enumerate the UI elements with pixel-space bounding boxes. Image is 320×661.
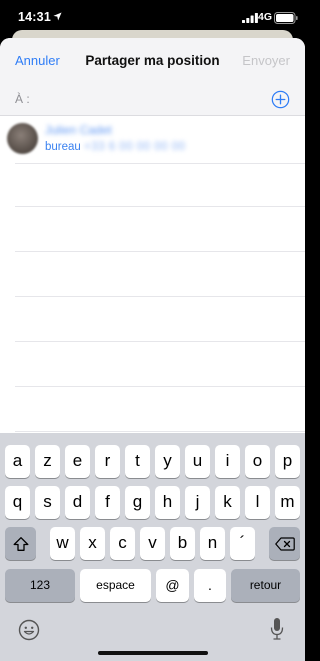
backspace-icon xyxy=(274,536,295,551)
return-key[interactable]: retour xyxy=(231,569,300,602)
key-u[interactable]: u xyxy=(185,445,210,478)
key-h[interactable]: h xyxy=(155,486,180,519)
status-time: 14:31 xyxy=(18,10,51,24)
key-x[interactable]: x xyxy=(80,527,105,560)
key-f[interactable]: f xyxy=(95,486,120,519)
backspace-key[interactable] xyxy=(269,527,300,560)
key-m[interactable]: m xyxy=(275,486,300,519)
space-key[interactable]: espace xyxy=(80,569,151,602)
key-k[interactable]: k xyxy=(215,486,240,519)
key-w[interactable]: w xyxy=(50,527,75,560)
key-g[interactable]: g xyxy=(125,486,150,519)
key-i[interactable]: i xyxy=(215,445,240,478)
emoji-icon[interactable] xyxy=(18,619,40,641)
key-accent[interactable]: ´ xyxy=(230,527,255,560)
key-n[interactable]: n xyxy=(200,527,225,560)
signal-icon xyxy=(242,13,258,23)
add-contact-icon[interactable] xyxy=(271,90,290,109)
divider xyxy=(15,386,305,387)
send-button[interactable]: Envoyer xyxy=(242,53,290,68)
avatar xyxy=(7,123,38,154)
home-indicator[interactable] xyxy=(98,651,208,655)
key-p[interactable]: p xyxy=(275,445,300,478)
contact-number-type: bureau xyxy=(45,141,81,153)
contact-suggestion[interactable]: Julien Cadet bureau +33 6 00 00 00 00 xyxy=(0,117,305,163)
microphone-icon[interactable] xyxy=(270,617,284,641)
key-q[interactable]: q xyxy=(5,486,30,519)
numbers-key[interactable]: 123 xyxy=(5,569,75,602)
key-s[interactable]: s xyxy=(35,486,60,519)
location-arrow-icon xyxy=(53,12,62,21)
dot-key[interactable]: . xyxy=(194,569,226,602)
shift-icon xyxy=(13,536,28,551)
contact-number: +33 6 00 00 00 00 xyxy=(84,141,186,153)
recipient-label: À : xyxy=(15,92,30,106)
key-z[interactable]: z xyxy=(35,445,60,478)
key-o[interactable]: o xyxy=(245,445,270,478)
contact-name: Julien Cadet xyxy=(45,123,112,137)
key-t[interactable]: t xyxy=(125,445,150,478)
nav-bar: Annuler Partager ma position Envoyer xyxy=(0,38,305,84)
battery-icon xyxy=(274,12,298,24)
divider xyxy=(15,341,305,342)
key-b[interactable]: b xyxy=(170,527,195,560)
divider xyxy=(15,431,305,432)
key-j[interactable]: j xyxy=(185,486,210,519)
suggestion-list xyxy=(0,163,305,467)
at-key[interactable]: @ xyxy=(156,569,189,602)
key-e[interactable]: e xyxy=(65,445,90,478)
key-a[interactable]: a xyxy=(5,445,30,478)
recipient-field[interactable]: À : xyxy=(0,84,305,116)
key-r[interactable]: r xyxy=(95,445,120,478)
divider xyxy=(15,251,305,252)
network-type: 4G xyxy=(258,11,273,23)
key-l[interactable]: l xyxy=(245,486,270,519)
divider xyxy=(15,206,305,207)
key-v[interactable]: v xyxy=(140,527,165,560)
keyboard: a z e r t y u i o p q s d f g h j k l m … xyxy=(0,433,305,661)
shift-key[interactable] xyxy=(5,527,36,560)
key-y[interactable]: y xyxy=(155,445,180,478)
key-c[interactable]: c xyxy=(110,527,135,560)
key-d[interactable]: d xyxy=(65,486,90,519)
divider xyxy=(15,296,305,297)
divider xyxy=(15,163,305,164)
